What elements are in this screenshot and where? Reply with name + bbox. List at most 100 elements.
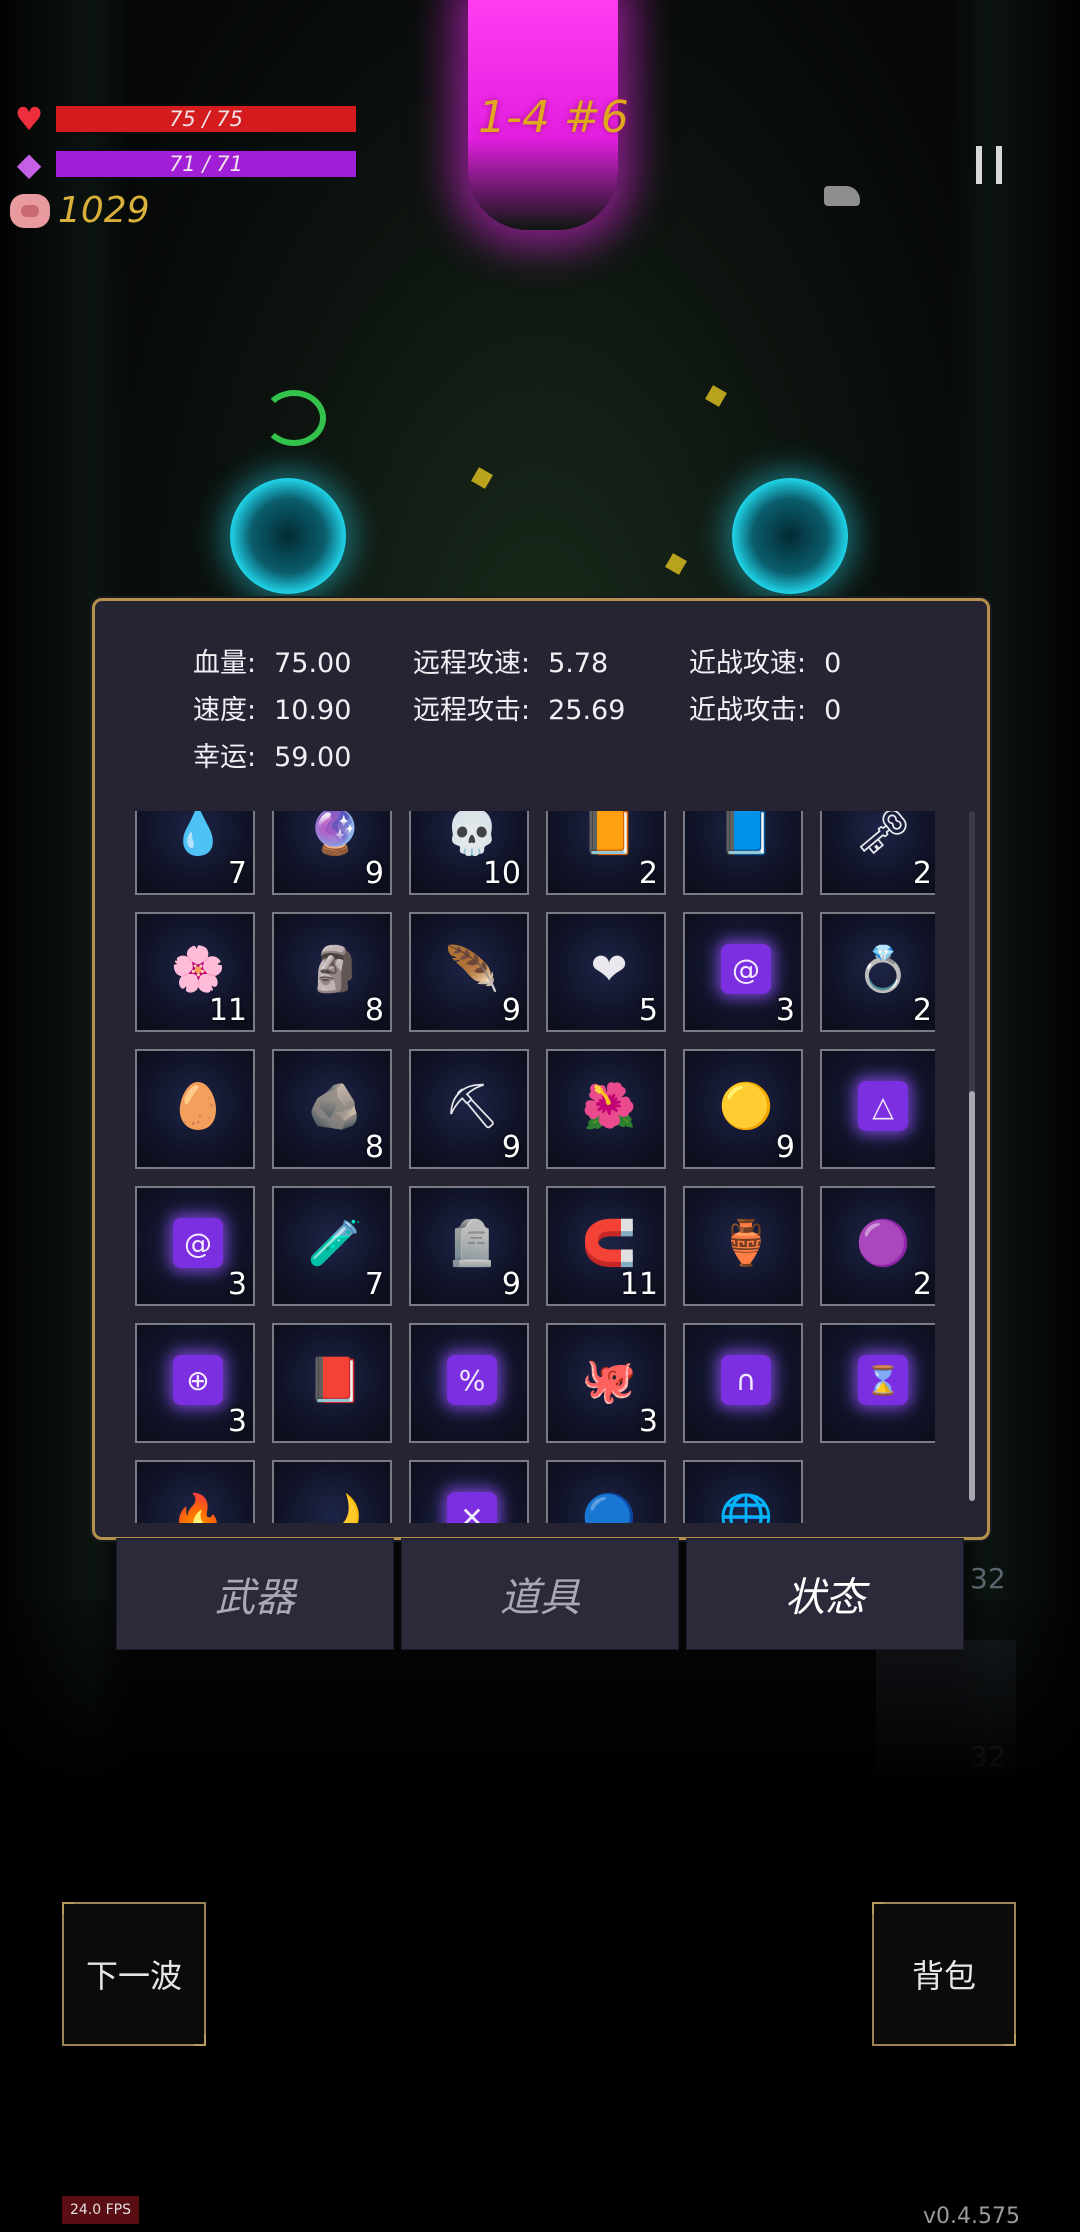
item-slot[interactable]: 🔮 9 xyxy=(272,811,392,895)
version-label: v0.4.575 xyxy=(923,2204,1020,2229)
blue-orb-icon: 🔵 xyxy=(581,1490,637,1523)
piggy-bank-icon xyxy=(10,193,50,228)
yellow-flame-icon: 🔥 xyxy=(170,1490,226,1523)
tombstone-icon-glyph: 🪦 xyxy=(444,1218,500,1269)
backpack-button[interactable]: 背包 xyxy=(872,1902,1016,2046)
crescent-horn-icon-glyph: 🌙 xyxy=(307,1492,363,1523)
item-slot[interactable]: 🌸 11 xyxy=(135,912,255,1032)
white-feather-icon: 🪶 xyxy=(445,942,500,996)
curve-rune-icon: ∩ xyxy=(719,1353,773,1407)
dark-grimoire-icon-glyph: 📕 xyxy=(307,1355,363,1406)
axe-drop-icon xyxy=(824,186,860,206)
item-count: 2 xyxy=(912,993,932,1028)
tab-items[interactable]: 道具 xyxy=(401,1538,679,1650)
red-flower-icon: 🌺 xyxy=(582,1079,637,1133)
item-count: 3 xyxy=(227,1267,247,1302)
item-slot[interactable]: 🌐 xyxy=(683,1460,803,1523)
pink-slime-icon: 🟣 xyxy=(856,1216,911,1270)
item-slot[interactable]: 🪶 9 xyxy=(409,912,529,1032)
item-slot[interactable]: ❤ 5 xyxy=(546,912,666,1032)
item-slot[interactable]: 🔵 xyxy=(546,1460,666,1523)
grey-stone-icon: 🪨 xyxy=(308,1079,363,1133)
item-count: 8 xyxy=(364,1130,384,1165)
item-slot[interactable]: 📘 xyxy=(683,811,803,895)
tab-status[interactable]: 状态 xyxy=(686,1538,964,1650)
tab-weapons[interactable]: 武器 xyxy=(116,1538,394,1650)
x-rune-icon-glyph: ✕ xyxy=(447,1492,497,1523)
gold-amount: 1029 xyxy=(58,190,150,231)
item-slot[interactable]: 🪨 8 xyxy=(272,1049,392,1169)
horseshoe-icon: 🧲 xyxy=(582,1216,637,1270)
item-slot[interactable]: 📕 xyxy=(272,1323,392,1443)
clay-vase-icon: 🏺 xyxy=(719,1216,774,1270)
golden-book-icon-glyph: 📙 xyxy=(581,811,637,858)
scrollbar-thumb[interactable] xyxy=(969,1091,975,1501)
item-count: 8 xyxy=(364,993,384,1028)
item-slot[interactable]: 💍 2 xyxy=(820,912,935,1032)
item-slot[interactable]: △ xyxy=(820,1049,935,1169)
item-slot[interactable]: 🧲 11 xyxy=(546,1186,666,1306)
item-slot[interactable]: 🪦 9 xyxy=(409,1186,529,1306)
item-slot[interactable]: @3 xyxy=(135,1186,255,1306)
ore-chunks-icon: ⛏ xyxy=(444,1079,500,1133)
item-slot[interactable]: 🗿 8 xyxy=(272,912,392,1032)
stat-label: 近战攻击: xyxy=(689,695,807,726)
hp-text: 75 / 75 xyxy=(169,107,243,131)
stat-melee-speed: 近战攻速: 0 xyxy=(689,641,841,680)
gold-orb-icon: 🟡 xyxy=(718,1079,774,1133)
item-slot[interactable]: 💧 7 xyxy=(135,811,255,895)
next-wave-button[interactable]: 下一波 xyxy=(62,1902,206,2046)
item-slot[interactable]: ⊕ 3 xyxy=(135,1323,255,1443)
x-rune-icon: ✕ xyxy=(445,1490,499,1523)
ore-chunks-icon-glyph: ⛏ xyxy=(444,1081,500,1132)
mp-text: 71 / 71 xyxy=(169,152,243,176)
stone-key-icon-glyph: 🗝 xyxy=(855,811,911,858)
item-slot[interactable]: ∩ xyxy=(683,1323,803,1443)
item-slot[interactable]: 🟡 9 xyxy=(683,1049,803,1169)
item-count: 9 xyxy=(501,993,521,1028)
item-slot[interactable]: ⛏ 9 xyxy=(409,1049,529,1169)
item-slot[interactable]: 🥚 xyxy=(135,1049,255,1169)
hourglass-rune-icon-glyph: ⌛ xyxy=(858,1355,908,1405)
water-drop-icon: 💧 xyxy=(170,811,226,859)
item-count: 3 xyxy=(775,993,795,1028)
item-count: 2 xyxy=(912,1267,932,1302)
pause-icon[interactable] xyxy=(976,146,1002,184)
item-slot[interactable]: @3 xyxy=(683,912,803,1032)
stat-speed: 速度: 10.90 xyxy=(193,688,351,727)
water-drop-icon-glyph: 💧 xyxy=(170,811,226,858)
item-slot[interactable]: % xyxy=(409,1323,529,1443)
item-slot[interactable]: 🐙 3 xyxy=(546,1323,666,1443)
spiral-rune-icon-glyph: @ xyxy=(721,944,771,994)
gold-orb-icon-glyph: 🟡 xyxy=(718,1081,774,1132)
item-scrollbar[interactable] xyxy=(969,811,975,1501)
item-slot[interactable]: 🟣 2 xyxy=(820,1186,935,1306)
blue-orb-icon-glyph: 🔵 xyxy=(581,1492,637,1523)
item-slot[interactable]: 🔥 xyxy=(135,1460,255,1523)
recycle-icon xyxy=(262,390,326,446)
burning-heart-icon: ❤ xyxy=(582,942,636,996)
item-slot[interactable]: 🗝 2 xyxy=(820,811,935,895)
stat-value: 10.90 xyxy=(274,695,352,726)
hp-bar: 75 / 75 xyxy=(54,104,358,134)
item-slot[interactable]: 🏺 xyxy=(683,1186,803,1306)
item-slot[interactable]: 🌺 xyxy=(546,1049,666,1169)
item-count: 3 xyxy=(227,1404,247,1439)
yellow-flame-icon-glyph: 🔥 xyxy=(170,1492,226,1523)
item-slot[interactable]: 🧪 7 xyxy=(272,1186,392,1306)
mana-diamond-icon: ◆ xyxy=(16,145,42,183)
curve-rune-icon-glyph: ∩ xyxy=(721,1355,771,1405)
item-count: 11 xyxy=(208,993,247,1028)
item-count: 11 xyxy=(619,1267,658,1302)
item-slot[interactable]: ⌛ xyxy=(820,1323,935,1443)
item-grid-viewport[interactable]: 💧 7 🔮 9 💀 10 📙 2 📘 🗝 2 🌸 11 🗿 8 🪶 9 ❤ 5 @3 💍 2 🥚 🪨 8 ⛏ 9 🌺 🟡 9 △ @3 🧪 7 🪦 9… xyxy=(135,811,935,1523)
silver-ring-icon-glyph: 💍 xyxy=(855,944,911,995)
item-slot[interactable]: 🌙 xyxy=(272,1460,392,1523)
item-slot[interactable]: 📙 2 xyxy=(546,811,666,895)
octopus-icon-glyph: 🐙 xyxy=(581,1355,637,1406)
item-count: 2 xyxy=(912,856,932,891)
stat-label: 幸运: xyxy=(193,742,257,773)
item-slot[interactable]: ✕ xyxy=(409,1460,529,1523)
item-slot[interactable]: 💀 10 xyxy=(409,811,529,895)
item-grid: 💧 7 🔮 9 💀 10 📙 2 📘 🗝 2 🌸 11 🗿 8 🪶 9 ❤ 5 @3 💍 2 🥚 🪨 8 ⛏ 9 🌺 🟡 9 △ @3 🧪 7 🪦 9… xyxy=(135,811,935,1523)
